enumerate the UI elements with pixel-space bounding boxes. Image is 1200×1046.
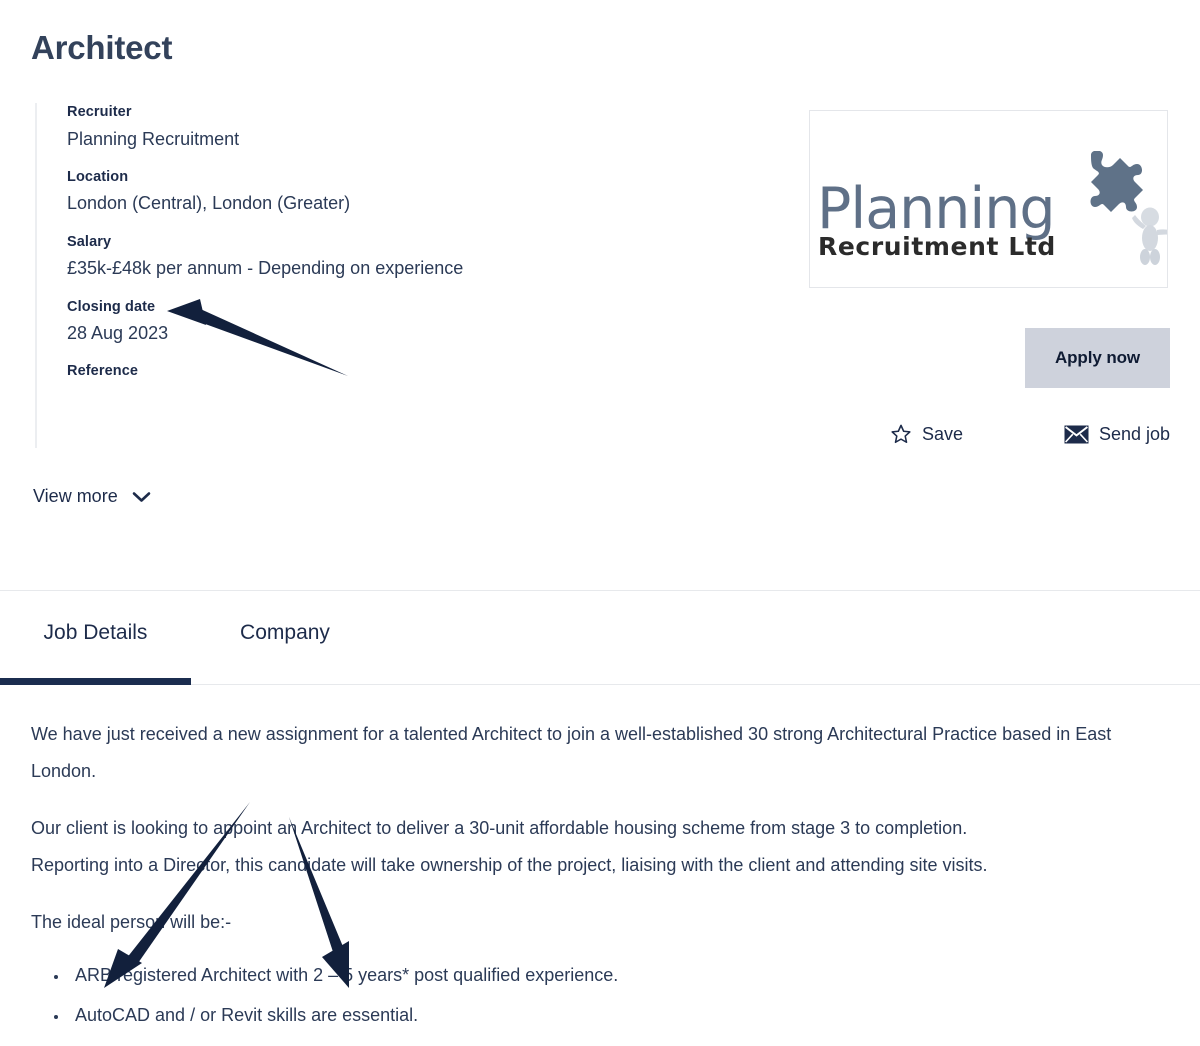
send-job-label: Send job <box>1098 423 1170 444</box>
field-value: £35k-£48k per annum - Depending on exper… <box>67 258 464 279</box>
tab-bar: Job Details Company <box>0 591 1200 686</box>
field-salary: Salary £35k-£48k per annum - Depending o… <box>67 233 775 281</box>
list-item: AutoCAD and / or Revit skills are essent… <box>69 995 1169 1035</box>
job-details-content: We have just received a new assignment f… <box>31 716 1169 1035</box>
field-label: Recruiter <box>67 104 132 120</box>
tab-company[interactable]: Company <box>191 591 379 686</box>
field-reference: Reference <box>67 362 775 382</box>
field-label: Location <box>67 168 129 185</box>
field-label: Reference <box>67 363 139 380</box>
requirements-list: ARB registered Architect with 2 – 5 year… <box>31 955 1169 1035</box>
content-paragraph: Reporting into a Director, this candidat… <box>31 855 988 875</box>
chevron-down-icon <box>132 491 151 502</box>
field-value: 28 Aug 2023 <box>67 323 169 344</box>
apply-now-button[interactable]: Apply now <box>1025 328 1170 388</box>
envelope-icon <box>1064 425 1089 443</box>
content-paragraph: Our client is looking to appoint an Arch… <box>31 818 968 838</box>
send-job-button[interactable]: Send job <box>1064 424 1170 445</box>
content-paragraph: We have just received a new assignment f… <box>31 724 1112 781</box>
field-value: London (Central), London (Greater) <box>67 193 351 214</box>
tab-active-indicator <box>0 678 191 685</box>
content-paragraph: The ideal person will be:- <box>31 912 232 932</box>
save-job-label: Save <box>922 423 964 444</box>
logo-subtitle: Recruitment Ltd <box>818 232 1056 261</box>
recruiter-logo-card[interactable]: Planning Recruitment Ltd <box>809 110 1168 288</box>
field-recruiter: Recruiter Planning Recruitment <box>67 103 775 151</box>
view-more-label: View more <box>33 486 118 506</box>
logo-wordmark: Planning <box>817 176 1056 242</box>
field-label: Salary <box>67 233 112 250</box>
job-action-row: Save Send job <box>890 423 1170 445</box>
view-more-toggle[interactable]: View more <box>33 486 151 507</box>
field-closing-date: Closing date 28 Aug 2023 <box>67 298 775 346</box>
tab-job-details[interactable]: Job Details <box>0 591 191 686</box>
field-label: Closing date <box>67 298 156 315</box>
recruiter-logo: Planning Recruitment Ltd <box>810 111 1167 287</box>
list-item: ARB registered Architect with 2 – 5 year… <box>69 955 1169 995</box>
job-summary-block: Recruiter Planning Recruitment Location … <box>35 103 775 448</box>
mascot-figure-icon <box>1132 207 1167 265</box>
star-icon <box>891 424 911 444</box>
save-job-button[interactable]: Save <box>890 423 963 445</box>
field-value: Planning Recruitment <box>67 128 240 149</box>
page-title: Architect <box>31 29 173 66</box>
field-location: Location London (Central), London (Great… <box>67 168 775 216</box>
